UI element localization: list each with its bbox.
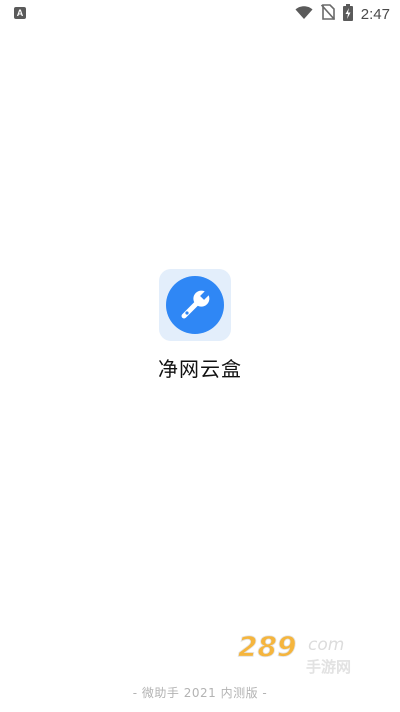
status-right-group: 2:47 [295,3,390,25]
app-icon-circle [166,276,224,334]
app-icon [159,269,231,341]
wrench-icon [181,288,212,319]
notification-a-icon: A [14,7,26,19]
app-name: 净网云盒 [158,357,242,381]
status-bar: A 2:47 [0,0,400,28]
battery-charging-icon [342,3,353,25]
no-sim-icon [320,4,335,24]
watermark-main: 289 [238,630,296,663]
watermark-sub: 手游网 [306,658,351,674]
wifi-icon [295,5,313,24]
footer-version-text: - 微助手 2021 内测版 - [132,686,268,700]
status-time: 2:47 [360,5,390,23]
watermark-logo: 289 com 手游网 [236,628,378,676]
watermark-suffix: com [308,635,344,655]
splash-screen: A 2:47 净网云盒 289 com 手游网 - 微助手 2021 内测版 - [0,0,400,712]
